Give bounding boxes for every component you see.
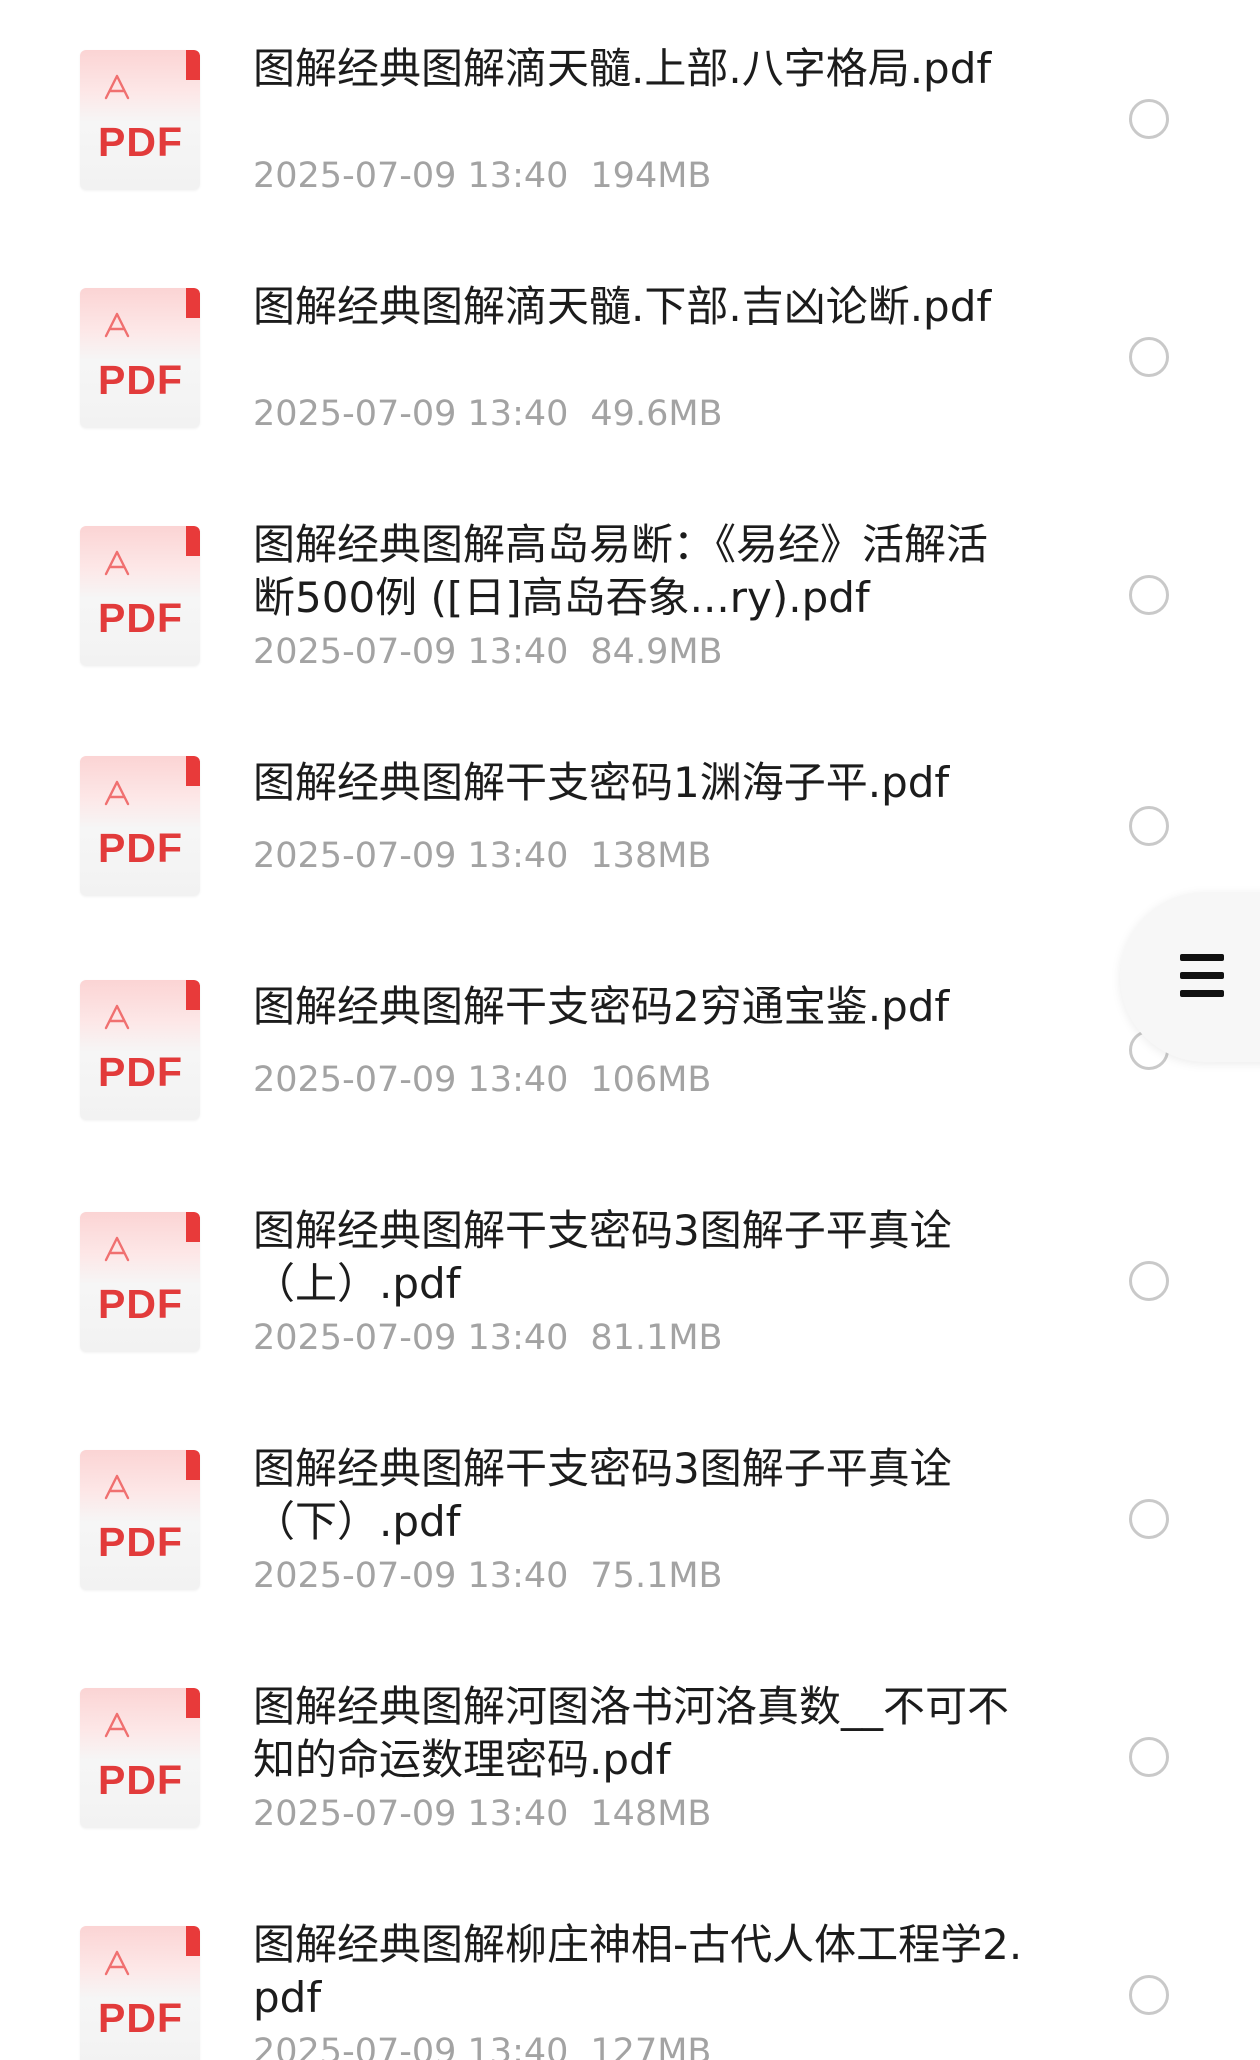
file-size: 127MB <box>590 2032 712 2060</box>
file-meta: 2025-07-09 13:40 75.1MB <box>253 1556 723 1596</box>
file-meta: 2025-07-09 13:40 194MB <box>253 156 711 196</box>
file-size: 106MB <box>590 1060 712 1100</box>
file-datetime: 2025-07-09 13:40 <box>253 1060 569 1100</box>
file-name: 图解经典图解河图洛书河洛真数__不可不知的命运数理密码.pdf <box>253 1682 1010 1784</box>
pdf-file-icon: PDF <box>80 1212 200 1352</box>
file-meta: 2025-07-09 13:40 81.1MB <box>253 1318 723 1358</box>
file-size: 138MB <box>590 836 712 876</box>
file-list: PDF 图解经典图解滴天髓.上部.八字格局.pdf 2025-07-09 13:… <box>0 0 1260 2060</box>
file-size: 49.6MB <box>590 394 723 434</box>
file-datetime: 2025-07-09 13:40 <box>253 632 569 672</box>
file-list-item[interactable]: PDF 图解经典图解滴天髓.上部.八字格局.pdf 2025-07-09 13:… <box>0 0 1260 238</box>
file-name: 图解经典图解滴天髓.下部.吉凶论断.pdf <box>253 282 992 331</box>
file-size: 194MB <box>590 156 712 196</box>
file-list-item[interactable]: PDF 图解经典图解干支密码3图解子平真诠（上）.pdf 2025-07-09 … <box>0 1162 1260 1400</box>
hamburger-menu-icon <box>1180 954 1224 998</box>
pdf-file-icon: PDF <box>80 756 200 896</box>
file-size: 75.1MB <box>590 1556 723 1596</box>
select-radio[interactable] <box>1129 1737 1169 1777</box>
file-name: 图解经典图解滴天髓.上部.八字格局.pdf <box>253 44 992 93</box>
file-datetime: 2025-07-09 13:40 <box>253 1794 569 1834</box>
pdf-file-icon: PDF <box>80 1450 200 1590</box>
file-datetime: 2025-07-09 13:40 <box>253 156 569 196</box>
file-meta: 2025-07-09 13:40 148MB <box>253 1794 711 1834</box>
select-radio[interactable] <box>1129 1261 1169 1301</box>
pdf-file-icon: PDF <box>80 50 200 190</box>
file-datetime: 2025-07-09 13:40 <box>253 1556 569 1596</box>
pdf-file-icon: PDF <box>80 526 200 666</box>
pdf-file-icon: PDF <box>80 1688 200 1828</box>
select-radio[interactable] <box>1129 1499 1169 1539</box>
file-meta: 2025-07-09 13:40 49.6MB <box>253 394 723 434</box>
file-list-item[interactable]: PDF 图解经典图解干支密码3图解子平真诠（下）.pdf 2025-07-09 … <box>0 1400 1260 1638</box>
file-meta: 2025-07-09 13:40 127MB <box>253 2032 711 2060</box>
select-radio[interactable] <box>1129 806 1169 846</box>
pdf-file-icon: PDF <box>80 1926 200 2060</box>
file-name: 图解经典图解干支密码3图解子平真诠（上）.pdf <box>253 1206 952 1308</box>
select-radio[interactable] <box>1129 1975 1169 2015</box>
file-list-item[interactable]: PDF 图解经典图解柳庄神相-古代人体工程学2.pdf 2025-07-09 1… <box>0 1876 1260 2060</box>
file-list-item[interactable]: PDF 图解经典图解高岛易断：《易经》活解活断500例 ([日]高岛吞象...r… <box>0 476 1260 714</box>
file-datetime: 2025-07-09 13:40 <box>253 394 569 434</box>
file-size: 148MB <box>590 1794 712 1834</box>
file-list-item[interactable]: PDF 图解经典图解干支密码2穷通宝鉴.pdf 2025-07-09 13:40… <box>0 938 1260 1162</box>
file-datetime: 2025-07-09 13:40 <box>253 1318 569 1358</box>
file-size: 81.1MB <box>590 1318 723 1358</box>
file-meta: 2025-07-09 13:40 138MB <box>253 836 711 876</box>
file-name: 图解经典图解柳庄神相-古代人体工程学2.pdf <box>253 1920 1023 2022</box>
file-name: 图解经典图解干支密码2穷通宝鉴.pdf <box>253 982 950 1031</box>
file-name: 图解经典图解干支密码1渊海子平.pdf <box>253 758 950 807</box>
select-radio[interactable] <box>1129 99 1169 139</box>
file-list-item[interactable]: PDF 图解经典图解干支密码1渊海子平.pdf 2025-07-09 13:40… <box>0 714 1260 938</box>
file-name: 图解经典图解高岛易断：《易经》活解活断500例 ([日]高岛吞象...ry).p… <box>253 520 989 622</box>
select-radio[interactable] <box>1129 337 1169 377</box>
file-datetime: 2025-07-09 13:40 <box>253 836 569 876</box>
file-name: 图解经典图解干支密码3图解子平真诠（下）.pdf <box>253 1444 952 1546</box>
file-list-item[interactable]: PDF 图解经典图解滴天髓.下部.吉凶论断.pdf 2025-07-09 13:… <box>0 238 1260 476</box>
pdf-file-icon: PDF <box>80 288 200 428</box>
file-meta: 2025-07-09 13:40 84.9MB <box>253 632 723 672</box>
pdf-file-icon: PDF <box>80 980 200 1120</box>
file-size: 84.9MB <box>590 632 723 672</box>
file-list-item[interactable]: PDF 图解经典图解河图洛书河洛真数__不可不知的命运数理密码.pdf 2025… <box>0 1638 1260 1876</box>
file-meta: 2025-07-09 13:40 106MB <box>253 1060 711 1100</box>
file-datetime: 2025-07-09 13:40 <box>253 2032 569 2060</box>
select-radio[interactable] <box>1129 575 1169 615</box>
